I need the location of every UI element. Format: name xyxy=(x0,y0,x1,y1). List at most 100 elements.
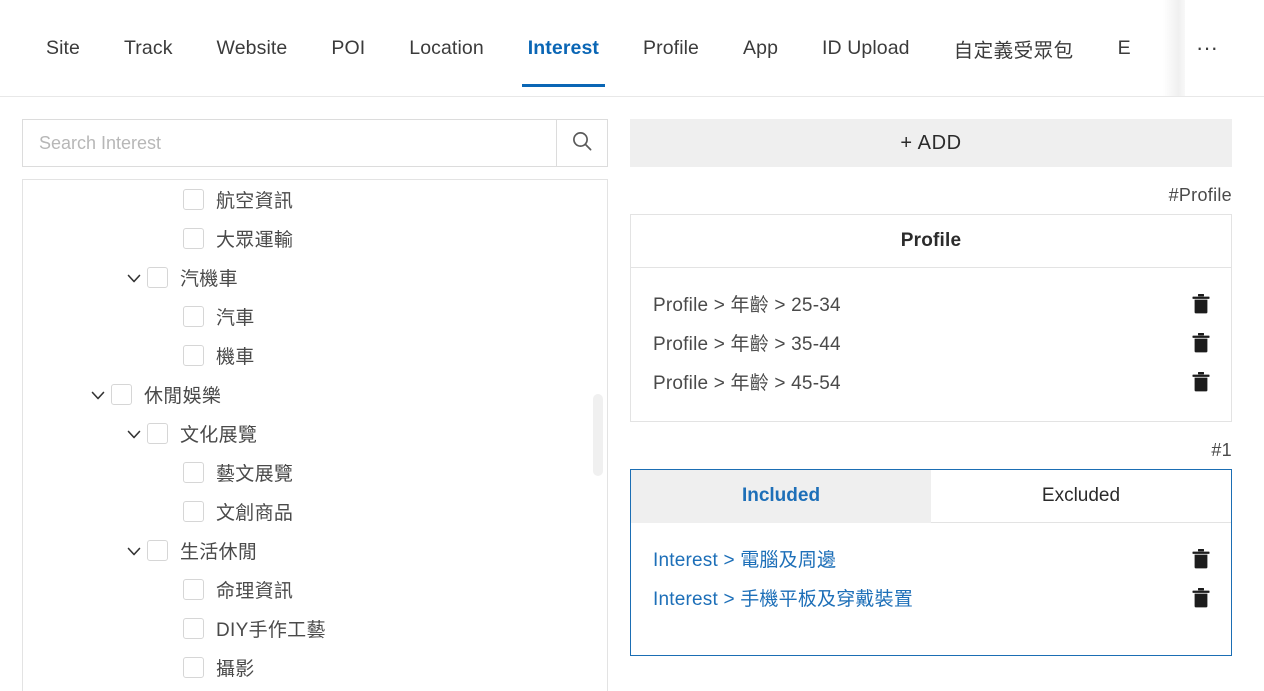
delete-entry-button[interactable] xyxy=(1189,292,1213,316)
tab-interest[interactable]: Interest xyxy=(506,0,621,96)
selected-entry-label: Profile > 年齡 > 45-54 xyxy=(653,373,841,394)
tree-item-label: DIY手作工藝 xyxy=(216,620,326,641)
tree-scrollbar-thumb[interactable] xyxy=(593,394,603,476)
tab-label: ID Upload xyxy=(822,36,910,59)
tab-website[interactable]: Website xyxy=(195,0,310,96)
chevron-down-icon[interactable] xyxy=(85,382,111,408)
search-input[interactable] xyxy=(22,119,556,167)
tree-item[interactable]: 命理資訊 xyxy=(23,570,607,609)
selected-audience-panel: + ADD #Profile Profile Profile > 年齡 > 25… xyxy=(630,119,1232,656)
tab-included[interactable]: Included xyxy=(631,470,931,523)
tree-item-label: 機車 xyxy=(216,347,255,368)
tree-item-checkbox[interactable] xyxy=(183,579,204,600)
tab-track[interactable]: Track xyxy=(102,0,195,96)
tree-item-label: 攝影 xyxy=(216,659,255,680)
tree-item[interactable]: 航空資訊 xyxy=(23,180,607,219)
tab-e[interactable]: E xyxy=(1096,0,1153,96)
tree-item[interactable]: 文創商品 xyxy=(23,492,607,531)
tab-location[interactable]: Location xyxy=(387,0,506,96)
tab-label: Track xyxy=(124,36,173,59)
segment-tab-label: Excluded xyxy=(1041,485,1121,506)
tree-item-label: 命理資訊 xyxy=(216,581,294,602)
main-tab-bar: Site Track Website POI Location Interest Profi… xyxy=(0,0,1264,97)
tree-item-checkbox[interactable] xyxy=(183,189,204,210)
delete-entry-button[interactable] xyxy=(1189,586,1213,610)
tree-item[interactable]: 大眾運輸 xyxy=(23,219,607,258)
tab-label: App xyxy=(743,36,779,59)
tree-item-checkbox[interactable] xyxy=(183,657,204,678)
tree-item-checkbox[interactable] xyxy=(183,228,204,249)
tab-label: Profile xyxy=(643,36,700,59)
tree-item-checkbox[interactable] xyxy=(147,423,168,444)
tree-item[interactable]: 休閒娛樂 xyxy=(23,375,607,414)
chevron-down-icon[interactable] xyxy=(121,421,147,447)
interest-group-tag: #1 xyxy=(1211,440,1232,460)
tab-strip: Site Track Website POI Location Interest Profi… xyxy=(0,0,1153,96)
tree-item[interactable]: 汽車 xyxy=(23,297,607,336)
tree-item[interactable]: 攝影 xyxy=(23,648,607,687)
chevron-down-icon[interactable] xyxy=(121,265,147,291)
profile-entry-list: Profile > 年齡 > 25-34 Profile > 年齡 > 35-44… xyxy=(631,268,1231,421)
tree-item-checkbox[interactable] xyxy=(183,306,204,327)
profile-group-title: Profile xyxy=(631,215,1231,268)
tab-label: Site xyxy=(46,36,81,59)
selected-entry-label: Profile > 年齡 > 35-44 xyxy=(653,334,841,355)
tree-item-label: 航空資訊 xyxy=(216,191,294,212)
tree-item-label: 汽車 xyxy=(216,308,255,329)
interest-targeting-page: Site Track Website POI Location Interest Profi… xyxy=(0,0,1264,691)
tree-item-label: 文化展覽 xyxy=(180,425,258,446)
delete-entry-button[interactable] xyxy=(1189,370,1213,394)
tree-item[interactable]: 藝文展覽 xyxy=(23,453,607,492)
tab-label: Website xyxy=(216,36,288,59)
selected-entry-label: Profile > 年齡 > 25-34 xyxy=(653,295,841,316)
tab-excluded[interactable]: Excluded xyxy=(931,470,1231,523)
tab-app[interactable]: App xyxy=(721,0,800,96)
tree-item-label: 生活休閒 xyxy=(180,542,258,563)
tree-item-checkbox[interactable] xyxy=(183,462,204,483)
interest-browser-panel: 航空資訊大眾運輸汽機車汽車機車休閒娛樂文化展覽藝文展覽文創商品生活休閒命理資訊 D… xyxy=(22,119,608,691)
interest-group-card: Included Excluded Interest > 電腦及周邊 Interes… xyxy=(630,469,1232,656)
tree-item[interactable]: 生活休閒 xyxy=(23,531,607,570)
search-row xyxy=(22,119,608,167)
selected-entry-row: Interest > 電腦及周邊 xyxy=(631,539,1231,578)
interest-tree: 航空資訊大眾運輸汽機車汽車機車休閒娛樂文化展覽藝文展覽文創商品生活休閒命理資訊 D… xyxy=(22,179,608,691)
interest-tree-list: 航空資訊大眾運輸汽機車汽車機車休閒娛樂文化展覽藝文展覽文創商品生活休閒命理資訊 D… xyxy=(23,180,607,687)
segment-tab-label: Included xyxy=(741,485,821,506)
profile-group-card: Profile Profile > 年齡 > 25-34 Profile > 年齡… xyxy=(630,214,1232,422)
tab-label: POI xyxy=(331,36,366,59)
tree-item-label: 藝文展覽 xyxy=(216,464,294,485)
tree-item[interactable]: 汽機車 xyxy=(23,258,607,297)
tree-item-checkbox[interactable] xyxy=(111,384,132,405)
tab-自定義受眾包[interactable]: 自定義受眾包 xyxy=(932,0,1096,96)
selected-entry-row: Profile > 年齡 > 25-34 xyxy=(631,284,1231,323)
tree-item-label: 大眾運輸 xyxy=(216,230,294,251)
search-icon xyxy=(570,129,594,158)
tab-label: E xyxy=(1117,36,1131,59)
tree-item[interactable]: 機車 xyxy=(23,336,607,375)
tree-item-checkbox[interactable] xyxy=(183,501,204,522)
selected-entry-label[interactable]: Interest > 手機平板及穿戴裝置 xyxy=(653,584,1189,611)
selected-entry-row: Profile > 年齡 > 35-44 xyxy=(631,323,1231,362)
tree-item-checkbox[interactable] xyxy=(183,618,204,639)
tab-site[interactable]: Site xyxy=(24,0,102,96)
profile-group-tag: #Profile xyxy=(1168,185,1232,205)
tab-label: 自定義受眾包 xyxy=(953,39,1074,62)
add-button[interactable]: + ADD xyxy=(630,119,1232,167)
tab-id-upload[interactable]: ID Upload xyxy=(800,0,932,96)
tab-profile[interactable]: Profile xyxy=(621,0,721,96)
delete-entry-button[interactable] xyxy=(1189,547,1213,571)
chevron-down-icon[interactable] xyxy=(121,538,147,564)
delete-entry-button[interactable] xyxy=(1189,331,1213,355)
include-exclude-tabs: Included Excluded xyxy=(631,470,1231,523)
tree-item-checkbox[interactable] xyxy=(147,267,168,288)
tree-item[interactable]: DIY手作工藝 xyxy=(23,609,607,648)
search-button[interactable] xyxy=(556,119,608,167)
selected-entry-label[interactable]: Interest > 電腦及周邊 xyxy=(653,545,1189,572)
tab-poi[interactable]: POI xyxy=(309,0,387,96)
tree-item-checkbox[interactable] xyxy=(147,540,168,561)
tree-item-label: 汽機車 xyxy=(180,269,238,290)
tab-overflow-button[interactable]: ··· xyxy=(1185,0,1229,96)
tree-item[interactable]: 文化展覽 xyxy=(23,414,607,453)
interest-entry-list: Interest > 電腦及周邊 Interest > 手機平板及穿戴裝置 xyxy=(631,523,1231,655)
tree-item-checkbox[interactable] xyxy=(183,345,204,366)
